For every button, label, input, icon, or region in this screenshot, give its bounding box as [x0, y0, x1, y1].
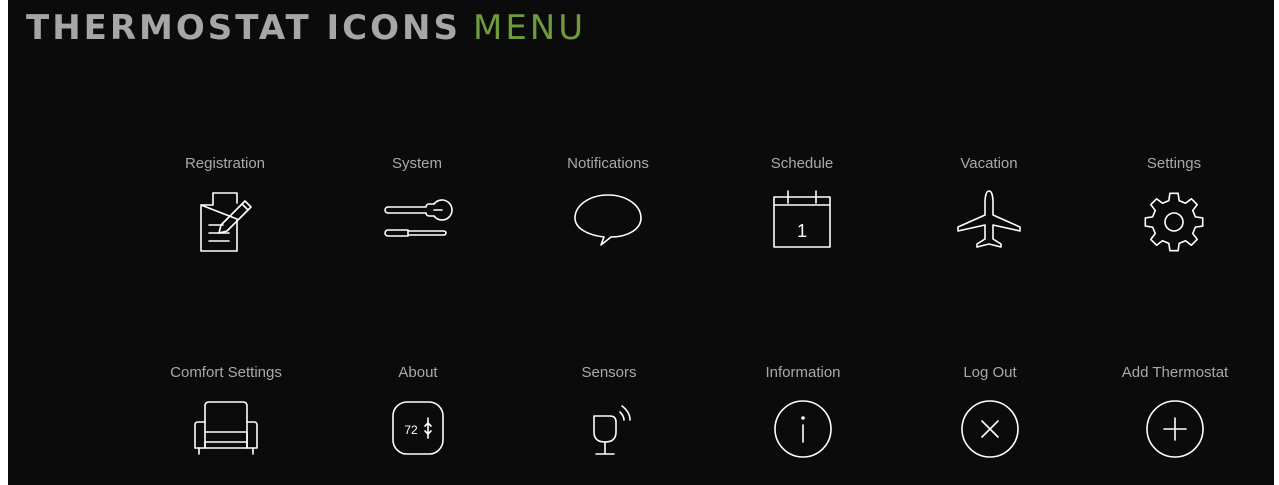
menu-item-registration[interactable]: Registration: [135, 155, 315, 255]
menu-item-label: Information: [765, 364, 841, 381]
calendar-day: 1: [797, 221, 807, 241]
wrench-screwdriver-icon: [327, 189, 507, 255]
sensor-icon: [519, 398, 699, 460]
title-accent: MENU: [472, 8, 587, 48]
menu-item-add-thermostat[interactable]: Add Thermostat: [1085, 364, 1265, 460]
thermostat-icon: 72: [328, 398, 508, 460]
menu-item-schedule[interactable]: Schedule 1: [712, 155, 892, 255]
menu-item-label: Comfort Settings: [170, 364, 282, 381]
menu-item-label: Sensors: [581, 364, 637, 381]
speech-bubble-icon: [518, 189, 698, 255]
gear-icon: [1084, 189, 1264, 255]
close-circle-icon: [900, 398, 1080, 460]
airplane-icon: [899, 189, 1079, 255]
title-primary: THERMOSTAT ICONS: [26, 8, 461, 48]
plus-circle-icon: [1085, 398, 1265, 460]
calendar-icon: 1: [712, 189, 892, 255]
menu-item-label: Registration: [184, 155, 266, 172]
thermostat-reading: 72: [404, 423, 418, 437]
menu-item-label: Add Thermostat: [1121, 364, 1229, 381]
menu-item-label: System: [391, 155, 442, 172]
document-pencil-icon: [135, 189, 315, 255]
menu-item-label: Log Out: [963, 364, 1017, 381]
menu-item-sensors[interactable]: Sensors: [519, 364, 699, 460]
menu-item-label: About: [398, 364, 438, 381]
menu-item-label: Settings: [1146, 155, 1202, 172]
menu-item-label: Vacation: [960, 155, 1018, 172]
menu-item-label: Schedule: [770, 155, 834, 172]
menu-item-information[interactable]: Information: [713, 364, 893, 460]
menu-panel: THERMOSTAT ICONS MENU Registration System: [8, 0, 1274, 485]
menu-item-log-out[interactable]: Log Out: [900, 364, 1080, 460]
page-title: THERMOSTAT ICONS MENU: [26, 6, 586, 50]
menu-item-system[interactable]: System: [327, 155, 507, 255]
menu-item-label: Notifications: [567, 155, 649, 172]
armchair-icon: [136, 398, 316, 460]
menu-item-comfort-settings[interactable]: Comfort Settings: [136, 364, 316, 460]
menu-item-about[interactable]: About 72: [328, 364, 508, 460]
info-icon: [713, 398, 893, 460]
menu-item-vacation[interactable]: Vacation: [899, 155, 1079, 255]
menu-item-notifications[interactable]: Notifications: [518, 155, 698, 255]
menu-item-settings[interactable]: Settings: [1084, 155, 1264, 255]
